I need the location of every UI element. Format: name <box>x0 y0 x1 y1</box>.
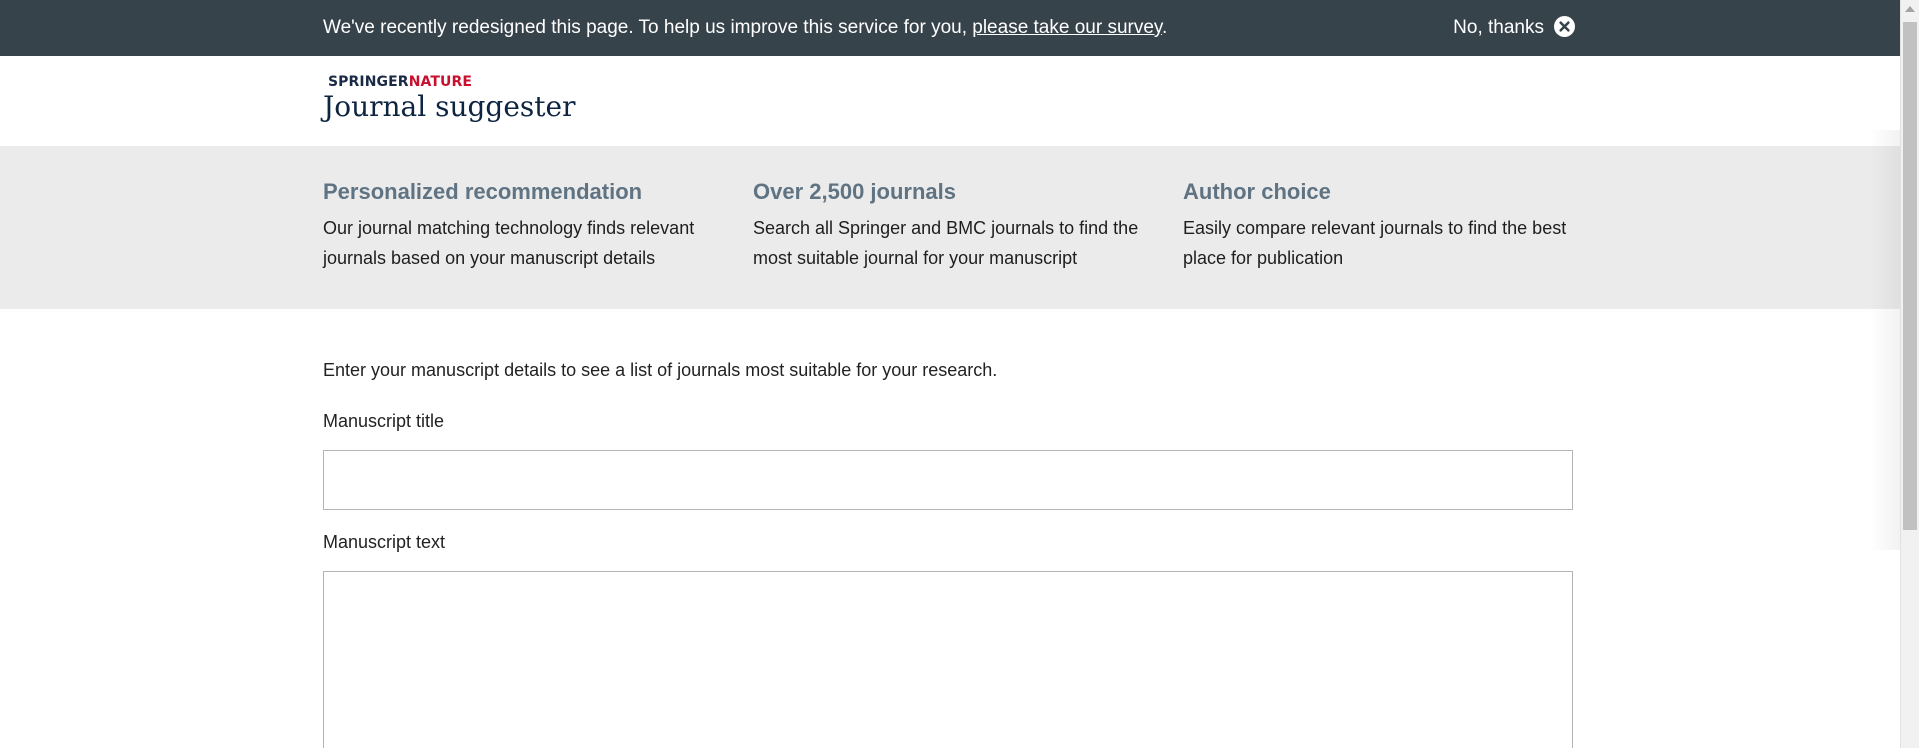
survey-message-end: . <box>1162 17 1168 38</box>
survey-banner: We've recently redesigned this page. To … <box>0 0 1900 56</box>
manuscript-title-input[interactable] <box>323 450 1573 510</box>
vertical-scrollbar[interactable] <box>1900 0 1919 748</box>
survey-message: We've recently redesigned this page. To … <box>323 0 1167 56</box>
feature-title: Author choice <box>1183 179 1331 204</box>
features-band: Personalized recommendation Our journal … <box>0 146 1900 309</box>
dismiss-label: No, thanks <box>1453 17 1544 38</box>
close-circle-icon <box>1554 16 1575 37</box>
feature-description: Search all Springer and BMC journals to … <box>753 218 1139 268</box>
scrollbar-thumb[interactable] <box>1903 22 1917 530</box>
springer-nature-logo[interactable]: SPRINGERNATURE <box>328 74 472 90</box>
feature-title: Over 2,500 journals <box>753 179 956 204</box>
feature-description: Our journal matching technology finds re… <box>323 218 695 268</box>
feature-title: Personalized recommendation <box>323 179 643 204</box>
feature-author-choice: Author choice Easily compare relevant jo… <box>1183 179 1573 273</box>
page-title: Journal suggester <box>323 90 576 123</box>
logo-nature-text: NATURE <box>408 74 473 90</box>
feature-personalized: Personalized recommendation Our journal … <box>323 179 713 273</box>
logo-springer-text: SPRINGER <box>328 74 409 90</box>
survey-message-text: We've recently redesigned this page. To … <box>323 17 973 38</box>
page: We've recently redesigned this page. To … <box>0 0 1900 748</box>
manuscript-text-input[interactable] <box>323 571 1573 748</box>
feature-description: Easily compare relevant journals to find… <box>1183 218 1567 268</box>
edge-shadow <box>1870 130 1900 550</box>
dismiss-survey-button[interactable]: No, thanks <box>1453 0 1575 56</box>
scroll-up-arrow-icon[interactable] <box>1905 6 1915 12</box>
feature-journals: Over 2,500 journals Search all Springer … <box>753 179 1143 273</box>
manuscript-title-label: Manuscript title <box>323 411 445 431</box>
survey-link[interactable]: please take our survey <box>972 17 1162 38</box>
manuscript-text-label: Manuscript text <box>323 532 446 552</box>
form-intro: Enter your manuscript details to see a l… <box>323 360 998 380</box>
